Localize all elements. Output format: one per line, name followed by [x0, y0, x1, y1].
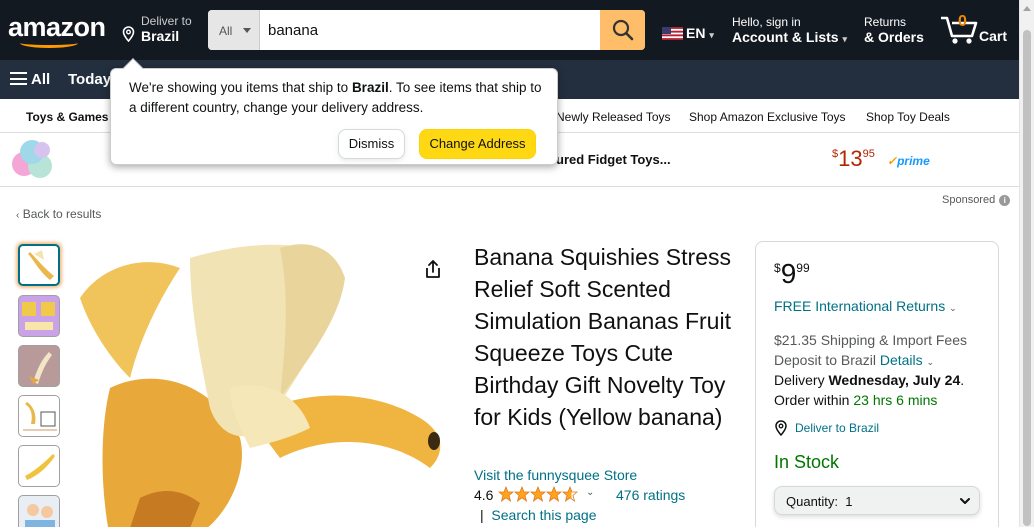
buy-box: $999 FREE International Returns ⌄ $21.35…: [755, 241, 999, 527]
all-menu-label: All: [31, 71, 51, 88]
separator: |: [480, 507, 484, 523]
quantity-dropdown[interactable]: Quantity: 1: [774, 486, 980, 515]
chevron-left-icon: ‹: [16, 210, 20, 221]
ratings-count-link[interactable]: 476 ratings: [616, 487, 685, 503]
quantity-label: Quantity:: [786, 494, 839, 509]
deliver-to-label: Deliver to: [141, 14, 192, 28]
page-scrollbar[interactable]: [1019, 0, 1034, 527]
star-rating-icon[interactable]: [498, 486, 578, 502]
chevron-down-icon: [960, 498, 970, 504]
location-pin-icon: [122, 26, 135, 42]
change-address-button[interactable]: Change Address: [419, 129, 536, 159]
chevron-down-icon: ⌄: [949, 303, 957, 313]
all-menu-button[interactable]: All: [10, 71, 50, 88]
amazon-smile-icon: [20, 38, 78, 48]
ad-title[interactable]: ured Fidget Toys...: [556, 152, 671, 167]
us-flag-icon: [662, 27, 683, 40]
account-lists-menu[interactable]: Hello, sign in Account & Lists ▾: [732, 15, 847, 45]
share-icon[interactable]: [423, 259, 443, 279]
caret-down-icon: [243, 28, 251, 33]
scrollbar-thumb[interactable]: [1023, 30, 1031, 526]
search-button[interactable]: [600, 10, 645, 50]
caret-down-icon: ▾: [842, 34, 847, 44]
quantity-value: 1: [845, 494, 853, 509]
info-icon: i: [999, 195, 1011, 206]
top-header: amazon Deliver to Brazil All EN ▾ Hello,…: [0, 0, 1019, 60]
stock-status: In Stock: [774, 452, 840, 472]
product-title: Banana Squishies Stress Relief Soft Scen…: [474, 244, 731, 430]
sponsored-label[interactable]: Sponsored i: [942, 194, 1011, 206]
thumbnail-1[interactable]: [18, 244, 60, 286]
free-returns-link[interactable]: FREE International Returns ⌄: [774, 298, 957, 314]
deliver-to-country: Brazil: [141, 28, 180, 44]
chevron-down-icon: ⌄: [926, 357, 935, 367]
orders-label: & Orders: [864, 29, 924, 45]
subnav-item-toy-deals[interactable]: Shop Toy Deals: [866, 110, 950, 124]
caret-down-icon: ▾: [709, 30, 714, 40]
shipping-fees: $21.35 Shipping & Import Fees Deposit to…: [774, 332, 968, 368]
subnav-item-amazon-exclusive[interactable]: Shop Amazon Exclusive Toys: [689, 110, 846, 124]
location-pin-icon: [775, 420, 787, 436]
buybox-price: $999: [774, 258, 810, 289]
ad-price: $1395: [832, 146, 875, 171]
search-input[interactable]: [268, 10, 598, 50]
search-icon: [612, 19, 633, 41]
thumbnail-4[interactable]: [18, 395, 60, 437]
fidget-balls-image: [12, 140, 52, 178]
search-category-label: All: [219, 24, 233, 38]
search-bar: All: [208, 10, 645, 50]
returns-label: Returns: [864, 15, 907, 29]
popover-message: We're showing you items that ship to Bra…: [129, 80, 542, 115]
dismiss-button[interactable]: Dismiss: [338, 129, 405, 159]
rating-value: 4.6: [474, 487, 494, 503]
search-category-dropdown[interactable]: All: [208, 10, 260, 50]
thumbnail-6[interactable]: [18, 495, 60, 527]
thumbnail-5[interactable]: [18, 445, 60, 487]
hamburger-menu-icon: [10, 72, 27, 85]
search-this-page: | Search this page: [480, 507, 597, 523]
order-countdown: 23 hrs 6 mins: [853, 392, 938, 408]
thumbnail-2[interactable]: [18, 295, 60, 337]
shipping-details-link[interactable]: Details: [880, 352, 923, 368]
store-link[interactable]: Visit the funnysquee Store: [474, 467, 637, 483]
back-to-results-link[interactable]: ‹ Back to results: [16, 207, 101, 221]
cart-count: 0: [958, 13, 967, 30]
ship-to-popover: We're showing you items that ship to Bra…: [110, 58, 558, 165]
subnav-item-newly-released[interactable]: Newly Released Toys: [556, 110, 671, 124]
returns-orders-link[interactable]: Returns & Orders: [864, 15, 924, 45]
scroll-up-arrow-icon[interactable]: [1023, 6, 1031, 11]
chevron-down-icon[interactable]: ⌄: [586, 487, 594, 498]
prime-badge: ✓prime: [887, 154, 930, 168]
language-label: EN: [686, 25, 706, 41]
thumbnail-3[interactable]: [18, 345, 60, 387]
account-lists-label: Account & Lists: [732, 29, 839, 45]
delivery-info: Delivery Wednesday, July 24. Order within…: [774, 372, 965, 408]
cart-label: Cart: [979, 28, 1008, 44]
search-this-page-link[interactable]: Search this page: [491, 507, 596, 523]
product-main-image[interactable]: [70, 238, 450, 527]
subnav-item-toys-games[interactable]: Toys & Games: [26, 110, 108, 124]
account-greeting: Hello, sign in: [732, 15, 801, 29]
cart-button[interactable]: 0 Cart: [940, 12, 1010, 48]
